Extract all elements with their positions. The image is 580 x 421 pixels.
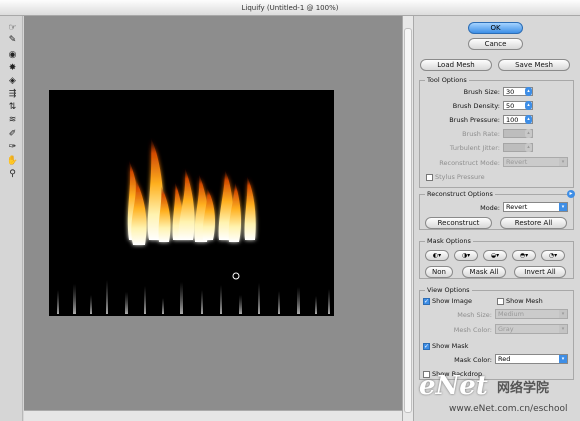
check-icon: ✓ xyxy=(423,342,430,350)
mesh-size-select[interactable]: Medium ▾ xyxy=(495,309,568,319)
tool-options-title: Tool Options xyxy=(425,76,469,84)
brush-rate-label: Brush Rate: xyxy=(462,130,500,138)
checkbox-box xyxy=(426,173,433,181)
mode-label: Mode: xyxy=(480,204,500,212)
reconstruct-options-title: Reconstruct Options xyxy=(425,190,495,198)
replace-selection-icon[interactable]: ◐▾ xyxy=(425,250,449,261)
checkbox-box xyxy=(497,297,504,305)
chevron-down-icon: ▾ xyxy=(559,203,567,211)
pucker-tool-icon[interactable]: ✸ xyxy=(6,62,19,74)
mesh-size-value: Medium xyxy=(498,310,524,318)
show-mesh-label: Show Mesh xyxy=(506,297,543,305)
thaw-mask-tool-icon[interactable]: ✑ xyxy=(6,141,19,153)
show-mask-checkbox[interactable]: ✓ Show Mask xyxy=(423,342,468,350)
reconstruct-mode-value: Revert xyxy=(506,158,528,166)
tool-options-group: Tool Options Brush Size: 30 ▴ Brush Dens… xyxy=(419,76,574,188)
vertical-scrollbar[interactable] xyxy=(402,16,414,421)
brush-pressure-label: Brush Pressure: xyxy=(449,116,500,124)
twirl-clockwise-tool-icon[interactable]: ◉ xyxy=(6,49,19,61)
watermark-url: www.eNet.com.cn/eschool xyxy=(449,404,568,414)
reconstruct-tool-icon[interactable]: ✎ xyxy=(6,34,19,46)
mesh-size-label: Mesh Size: xyxy=(457,311,492,319)
mesh-color-select[interactable]: Gray ▾ xyxy=(495,324,568,334)
invert-all-button[interactable]: Invert All xyxy=(514,266,566,278)
toolbox: ☞ ✎ ◉ ✸ ◈ ⇶ ⇅ ≋ ✐ ✑ ✋ ⚲ xyxy=(0,16,23,421)
reconstruct-mode-label: Reconstruct Mode: xyxy=(439,159,500,167)
scroll-thumb[interactable] xyxy=(404,28,412,413)
mask-color-label: Mask Color: xyxy=(454,356,492,364)
turbulence-tool-icon[interactable]: ≋ xyxy=(6,114,19,126)
turbulent-jitter-stepper[interactable]: ▴ xyxy=(525,143,532,152)
mesh-color-value: Gray xyxy=(498,325,514,333)
chevron-down-icon: ▾ xyxy=(559,325,567,333)
forward-warp-tool-icon[interactable]: ☞ xyxy=(6,22,19,34)
reconstruct-options-group: Reconstruct Options ▸ Mode: Revert ▾ Rec… xyxy=(419,190,575,230)
brush-density-stepper[interactable]: ▴ xyxy=(525,101,532,110)
horizontal-scrollbar[interactable] xyxy=(24,410,402,421)
mask-color-select[interactable]: Red ▾ xyxy=(495,354,568,364)
options-panel: OK Cance Load Mesh Save Mesh Tool Option… xyxy=(414,16,580,421)
enet-watermark: eNet 网络学院 www.eNet.com.cn/eschool xyxy=(419,371,579,421)
subtract-from-selection-icon[interactable]: ◒▾ xyxy=(483,250,507,261)
mask-color-value: Red xyxy=(498,355,511,363)
mesh-color-label: Mesh Color: xyxy=(453,326,492,334)
push-left-tool-icon[interactable]: ⇶ xyxy=(6,88,19,100)
restore-all-button[interactable]: Restore All xyxy=(500,217,567,229)
brush-size-label: Brush Size: xyxy=(463,88,500,96)
chevron-down-icon: ▾ xyxy=(559,158,567,166)
reconstruct-mode-select[interactable]: Revert ▾ xyxy=(503,157,568,167)
save-mesh-button[interactable]: Save Mesh xyxy=(498,59,570,71)
chevron-down-icon: ▾ xyxy=(559,355,567,363)
view-options-title: View Options xyxy=(425,286,472,294)
window-title: Liquify (Untitled-1 @ 100%) xyxy=(0,0,580,16)
cancel-button[interactable]: Cance xyxy=(468,38,523,50)
invert-selection-icon[interactable]: ◔▾ xyxy=(541,250,565,261)
mask-all-button[interactable]: Mask All xyxy=(462,266,506,278)
stylus-pressure-label: Stylus Pressure xyxy=(435,173,485,181)
bloat-tool-icon[interactable]: ◈ xyxy=(6,75,19,87)
load-mesh-button[interactable]: Load Mesh xyxy=(420,59,492,71)
zoom-tool-icon[interactable]: ⚲ xyxy=(6,168,19,180)
intersect-selection-icon[interactable]: ◓▾ xyxy=(512,250,536,261)
view-options-group: View Options ✓ Show Image Show Mesh Mesh… xyxy=(419,286,574,380)
ok-button[interactable]: OK xyxy=(468,22,523,34)
watermark-logo: eNet xyxy=(419,371,488,401)
brush-density-label: Brush Density: xyxy=(452,102,500,110)
chevron-down-icon: ▾ xyxy=(559,310,567,318)
mask-options-title: Mask Options xyxy=(425,237,473,245)
play-icon[interactable]: ▸ xyxy=(567,190,575,198)
turbulent-jitter-label: Turbulent Jitter: xyxy=(449,144,500,152)
show-image-label: Show Image xyxy=(432,297,472,305)
show-mesh-checkbox[interactable]: Show Mesh xyxy=(497,297,543,305)
mode-select[interactable]: Revert ▾ xyxy=(503,202,568,212)
show-mask-label: Show Mask xyxy=(432,342,469,350)
watermark-chinese: 网络学院 xyxy=(497,381,550,396)
show-image-checkbox[interactable]: ✓ Show Image xyxy=(423,297,472,305)
brush-pressure-stepper[interactable]: ▴ xyxy=(525,115,532,124)
check-icon: ✓ xyxy=(423,297,430,305)
reconstruct-button[interactable]: Reconstruct xyxy=(425,217,492,229)
mode-value: Revert xyxy=(506,203,528,211)
none-button[interactable]: Non xyxy=(425,266,453,278)
freeze-mask-tool-icon[interactable]: ✐ xyxy=(6,128,19,140)
mask-options-group: Mask Options ◐▾ ◑▾ ◒▾ ◓▾ ◔▾ Non Mask All… xyxy=(419,237,574,279)
hand-tool-icon[interactable]: ✋ xyxy=(6,155,19,167)
add-to-selection-icon[interactable]: ◑▾ xyxy=(454,250,478,261)
brush-rate-stepper[interactable]: ▴ xyxy=(525,129,532,138)
brush-size-stepper[interactable]: ▴ xyxy=(525,87,532,96)
mirror-tool-icon[interactable]: ⇅ xyxy=(6,101,19,113)
stylus-pressure-checkbox[interactable]: Stylus Pressure xyxy=(426,173,485,181)
preview-image[interactable] xyxy=(49,90,334,316)
fire-text-artwork xyxy=(57,138,330,314)
